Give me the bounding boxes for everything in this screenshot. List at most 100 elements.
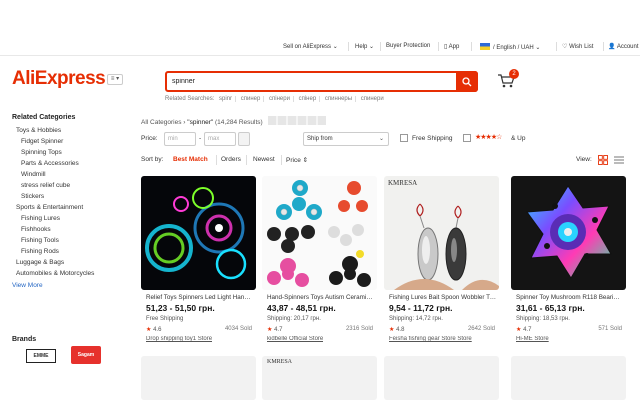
- sidebar-subcategory[interactable]: stress relief cube: [12, 180, 132, 191]
- top-bar: Sell on AliExpress ⌄ Help ⌄ Buyer Protec…: [0, 38, 640, 56]
- free-shipping-checkbox[interactable]: [400, 134, 408, 142]
- divider: [438, 42, 439, 51]
- and-up-label: & Up: [511, 135, 526, 142]
- category-menu-icon[interactable]: ≡ ▾: [107, 74, 123, 85]
- sidebar-subcategory[interactable]: Fishing Tools: [12, 235, 132, 246]
- search-input[interactable]: [172, 75, 452, 88]
- grid-view-icon[interactable]: [598, 155, 608, 165]
- language-currency-label: / English / UAH: [493, 45, 534, 51]
- related-categories-heading: Related Categories: [12, 114, 76, 121]
- brand-logo-emme[interactable]: EMME: [26, 349, 56, 363]
- buyer-protection-link[interactable]: Buyer Protection: [386, 43, 430, 49]
- product-title[interactable]: Fishing Lures Bait Spoon Wobbler Treble: [389, 294, 496, 301]
- account-label: Account: [616, 44, 639, 50]
- breadcrumb: All Categories › "spinner" (14,284 Resul…: [141, 116, 326, 126]
- rating-checkbox[interactable]: [463, 134, 471, 142]
- product-card-partial[interactable]: [141, 356, 256, 400]
- sort-price[interactable]: Price ⇕: [286, 156, 308, 164]
- account-link[interactable]: 👤 Account: [608, 43, 639, 50]
- related-search-link[interactable]: спинер: [240, 96, 265, 102]
- related-search-link[interactable]: спиннеры: [324, 96, 357, 102]
- product-card[interactable]: Hand-Spinners Toys Autism Ceramic Bearin…: [262, 176, 377, 346]
- help-link[interactable]: Help ⌄: [355, 43, 374, 50]
- related-search-link[interactable]: спинери: [361, 96, 387, 102]
- product-image-led-spinner[interactable]: [141, 176, 256, 290]
- sidebar-subcategory[interactable]: Fishing Lures: [12, 213, 132, 224]
- related-search-link[interactable]: spinr: [219, 96, 237, 102]
- product-card-partial[interactable]: [384, 356, 499, 400]
- related-search-link[interactable]: спінер: [298, 96, 321, 102]
- help-label: Help: [355, 44, 368, 50]
- product-card[interactable]: Relief Toys Spinners Led Light Hand Spin…: [141, 176, 256, 346]
- sidebar-category[interactable]: Toys & Hobbies: [12, 125, 132, 136]
- results-count: (14,284 Results): [215, 119, 263, 126]
- sort-price-label: Price: [286, 157, 301, 164]
- price-ok-button[interactable]: [238, 132, 250, 146]
- product-card-partial[interactable]: KMRESA: [262, 356, 377, 400]
- related-searches: Related Searches: spinr спинер спінери с…: [165, 96, 387, 102]
- product-image-hand-spinners[interactable]: [262, 176, 377, 290]
- price-min-input[interactable]: min: [164, 132, 196, 146]
- sidebar-category[interactable]: Automobiles & Motorcycles: [12, 268, 132, 279]
- product-title[interactable]: Spinner Toy Mushroom R118 Bearing Metal: [516, 294, 623, 301]
- sidebar-subcategory[interactable]: Spinning Tops: [12, 147, 132, 158]
- price-dash: -: [199, 135, 202, 142]
- related-searches-label: Related Searches:: [165, 96, 215, 102]
- product-card-partial[interactable]: [511, 356, 626, 400]
- star-icon: ★: [516, 327, 522, 333]
- breadcrumb-all-categories[interactable]: All Categories: [141, 119, 181, 126]
- sidebar-subcategory[interactable]: Fishhooks: [12, 224, 132, 235]
- product-card[interactable]: KMRESA Fishing Lures Bait Spoon Wobbler …: [384, 176, 499, 346]
- top-band: [0, 0, 640, 36]
- sort-orders[interactable]: Orders: [221, 156, 241, 163]
- store-link[interactable]: Hi-ME Store: [516, 336, 549, 342]
- store-link[interactable]: Drop shipping toy1 Store: [146, 336, 212, 342]
- sell-on-aliexpress-link[interactable]: Sell on AliExpress ⌄: [283, 43, 338, 50]
- language-currency-selector[interactable]: / English / UAH ⌄: [480, 43, 540, 51]
- sidebar-subcategory[interactable]: Fishing Rods: [12, 246, 132, 257]
- view-more-link[interactable]: View More: [12, 280, 132, 291]
- chevron-down-icon: ⌄: [332, 44, 338, 50]
- product-shipping: Shipping: 20,17 грн.: [267, 316, 321, 322]
- product-price: 43,87 - 48,51 грн.: [267, 303, 336, 313]
- app-link[interactable]: ▯ App: [444, 43, 459, 50]
- list-view-icon[interactable]: [614, 155, 624, 165]
- sidebar-subcategory[interactable]: Stickers: [12, 191, 132, 202]
- rating-value: 4.7: [523, 327, 532, 333]
- search-icon: [462, 76, 472, 86]
- product-title[interactable]: Relief Toys Spinners Led Light Hand Spin…: [146, 294, 253, 301]
- brand-logo-sagam[interactable]: Sagam: [71, 346, 101, 364]
- product-sold-count: 4034 Sold: [224, 326, 252, 332]
- store-link[interactable]: Feisha fishing gear Store Store: [389, 336, 472, 342]
- product-card[interactable]: Spinner Toy Mushroom R118 Bearing Metal …: [511, 176, 626, 346]
- aliexpress-logo[interactable]: AliExpress: [12, 68, 106, 90]
- product-title[interactable]: Hand-Spinners Toys Autism Ceramic Bearin…: [267, 294, 374, 301]
- sidebar-category[interactable]: Luggage & Bags: [12, 257, 132, 268]
- chevron-down-icon: ⌄: [378, 136, 384, 142]
- ukraine-flag-icon: [480, 43, 490, 50]
- sell-label: Sell on AliExpress: [283, 44, 332, 50]
- ship-from-select[interactable]: Ship from ⌄: [303, 132, 389, 146]
- breadcrumb-query: "spinner": [187, 119, 214, 126]
- product-image-metal-spinner[interactable]: [511, 176, 626, 290]
- sidebar-subcategory[interactable]: Parts & Accessories: [12, 158, 132, 169]
- product-image-fishing-lures[interactable]: KMRESA: [384, 176, 499, 290]
- store-link[interactable]: kidbelle Official Store: [267, 336, 323, 342]
- sidebar-subcategory[interactable]: Fidget Spinner: [12, 136, 132, 147]
- user-icon: 👤: [608, 44, 616, 50]
- divider: [348, 42, 349, 51]
- divider: [556, 42, 557, 51]
- category-sidebar: Related Categories Toys & Hobbies Fidget…: [12, 114, 132, 291]
- view-label: View:: [576, 156, 592, 163]
- metal-spinner-image: [526, 185, 612, 279]
- related-search-link[interactable]: спінери: [269, 96, 294, 102]
- sort-best-match[interactable]: Best Match: [173, 156, 208, 163]
- price-max-input[interactable]: max: [204, 132, 236, 146]
- star-icon: ★: [267, 327, 273, 333]
- cart-count-badge: 2: [509, 69, 519, 79]
- search-button[interactable]: [456, 71, 478, 92]
- sort-newest[interactable]: Newest: [253, 156, 275, 163]
- sidebar-subcategory[interactable]: Windmill: [12, 169, 132, 180]
- sidebar-category[interactable]: Sports & Entertainment: [12, 202, 132, 213]
- wishlist-link[interactable]: ♡ Wish List: [562, 43, 593, 50]
